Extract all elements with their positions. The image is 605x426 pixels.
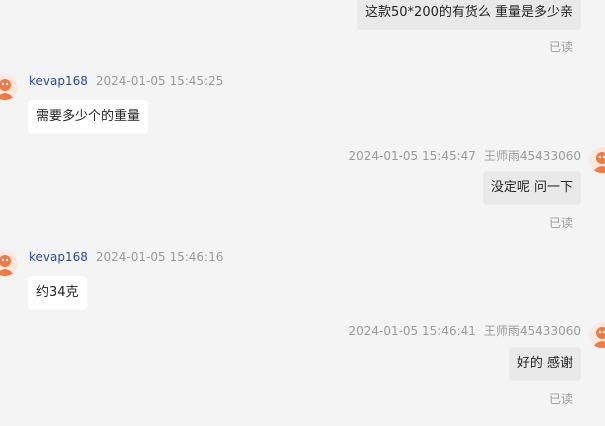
agent-name: 王师雨45433060 xyxy=(483,324,581,338)
read-status: 已读 xyxy=(548,392,573,406)
message-bubble-outgoing: 这款50*200的有货么 重量是多少亲 xyxy=(357,0,581,30)
message-meta: kevap168 2024-01-05 15:46:16 xyxy=(29,250,223,264)
message-timestamp: 2024-01-05 15:46:16 xyxy=(95,250,224,264)
message-bubble-outgoing: 没定呢 问一下 xyxy=(482,171,581,205)
message-bubble-incoming: 需要多少个的重量 xyxy=(28,100,149,134)
message-timestamp: 2024-01-05 15:45:25 xyxy=(95,74,224,88)
read-status: 已读 xyxy=(548,216,573,230)
message-meta: kevap168 2024-01-05 15:45:25 xyxy=(29,74,223,88)
agent-name: 王师雨45433060 xyxy=(483,149,581,163)
customer-avatar-icon[interactable] xyxy=(0,74,18,100)
agent-avatar-icon[interactable] xyxy=(589,322,605,348)
sender-name[interactable]: kevap168 xyxy=(29,74,88,88)
message-meta: 2024-01-05 15:46:41 王师雨45433060 xyxy=(348,322,581,339)
agent-avatar-icon[interactable] xyxy=(589,147,605,173)
read-status: 已读 xyxy=(548,40,573,54)
message-timestamp: 2024-01-05 15:46:41 xyxy=(348,324,476,338)
message-bubble-outgoing: 好的 感谢 xyxy=(508,347,581,381)
message-meta: 2024-01-05 15:45:47 王师雨45433060 xyxy=(348,147,581,164)
customer-avatar-icon[interactable] xyxy=(0,250,18,276)
sender-name[interactable]: kevap168 xyxy=(29,250,88,264)
message-bubble-incoming: 约34克 xyxy=(28,276,87,310)
message-timestamp: 2024-01-05 15:45:47 xyxy=(348,149,476,163)
